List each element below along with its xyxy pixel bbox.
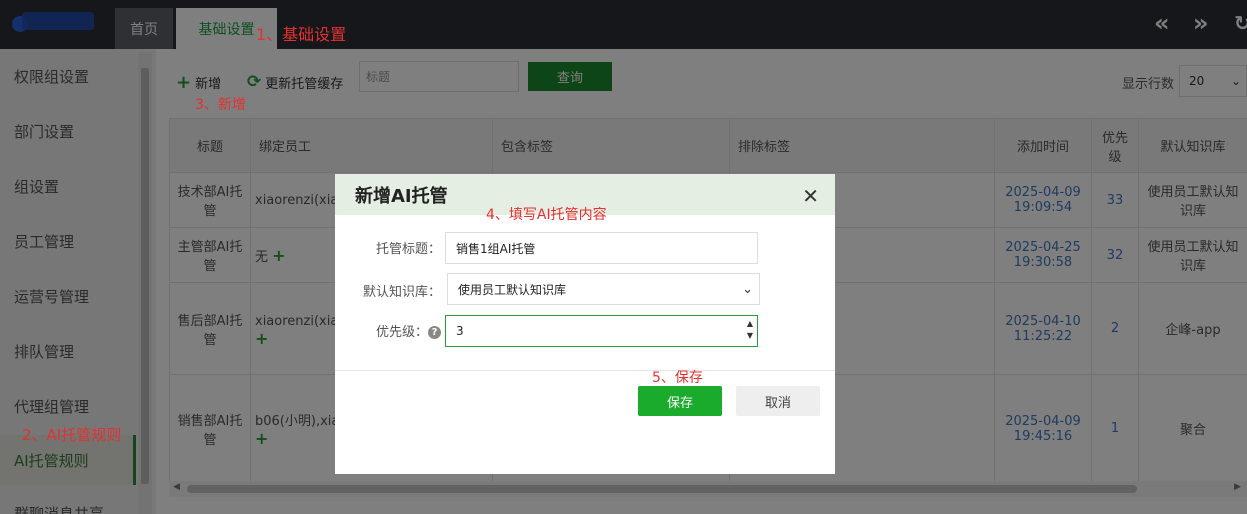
priority-input[interactable]: 3 ▲ ▼: [445, 315, 758, 347]
help-icon[interactable]: ?: [428, 326, 441, 339]
priority-value: 3: [456, 324, 464, 338]
divider: [335, 370, 835, 371]
annotation-step-4: 4、填写AI托管内容: [486, 207, 607, 223]
default-kb-value: 使用员工默认知识库: [458, 282, 567, 297]
save-button[interactable]: 保存: [638, 386, 722, 416]
priority-label-text: 优先级：: [375, 325, 428, 340]
number-stepper[interactable]: ▲ ▼: [747, 318, 753, 342]
annotation-step-2: 2、AI托管规则: [22, 426, 122, 444]
annotation-step-3: 3、新增: [195, 97, 246, 113]
default-kb-label: 默认知识库：: [362, 285, 441, 300]
cancel-button[interactable]: 取消: [736, 386, 820, 416]
priority-label: 优先级：?: [355, 321, 441, 340]
hosting-title-input[interactable]: 销售1组AI托管: [445, 232, 758, 264]
annotation-step-1: 1、基础设置: [256, 25, 347, 44]
hosting-title-label: 托管标题：: [375, 242, 441, 257]
chevron-down-icon: ⌄: [742, 282, 753, 297]
stepper-up-icon[interactable]: ▲: [747, 318, 753, 330]
close-icon[interactable]: ✕: [802, 184, 819, 208]
stepper-down-icon[interactable]: ▼: [747, 330, 753, 342]
annotation-step-5: 5、保存: [652, 370, 703, 386]
default-kb-select[interactable]: 使用员工默认知识库 ⌄: [447, 273, 760, 305]
